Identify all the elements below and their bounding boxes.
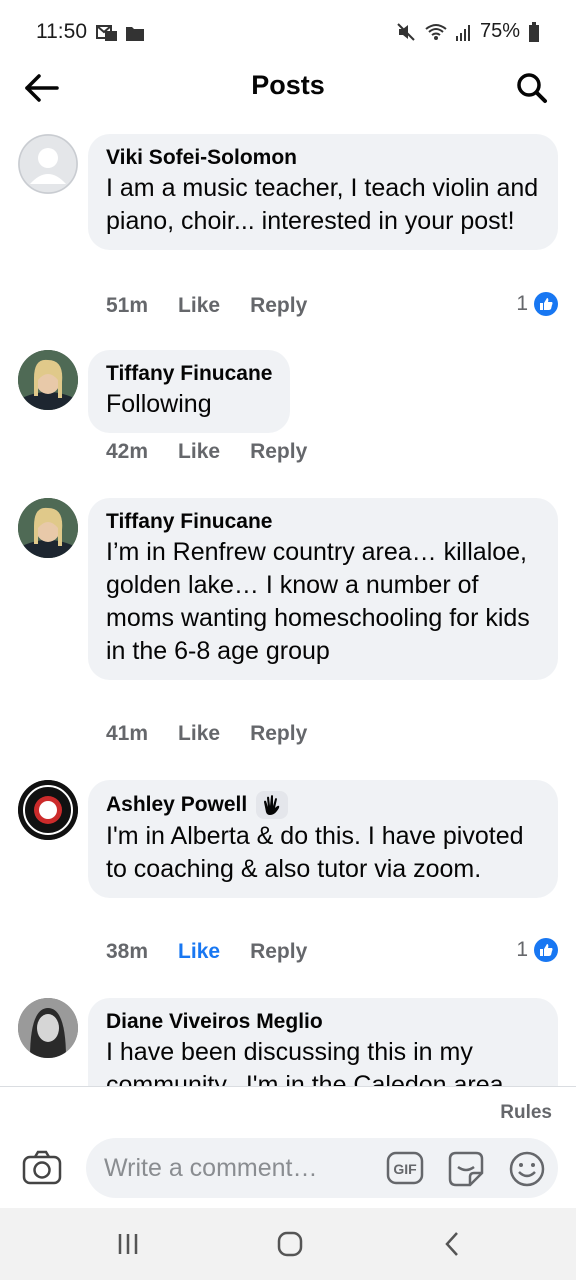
status-system-icons: 75% <box>396 20 540 43</box>
wave-icon <box>256 791 289 819</box>
comment-text: Following <box>106 390 212 418</box>
comment-actions: 38m Like Reply <box>106 940 307 964</box>
comment-bubble[interactable]: Viki Sofei-Solomon I am a music teacher,… <box>88 134 558 250</box>
like-button[interactable]: Like <box>178 440 220 464</box>
thumbs-up-icon <box>534 938 558 962</box>
comment-bubble[interactable]: Diane Viveiros Meglio I have been discus… <box>88 998 558 1086</box>
comment-author[interactable]: Ashley Powell <box>106 791 247 819</box>
comment-composer: GIF <box>86 1138 558 1198</box>
avatar[interactable] <box>18 134 78 194</box>
comment-author[interactable]: Diane Viveiros Meglio <box>106 1008 540 1036</box>
home-button[interactable] <box>270 1228 310 1260</box>
page-title: Posts <box>251 70 325 100</box>
home-icon <box>277 1231 303 1257</box>
recent-apps-button[interactable] <box>108 1228 148 1260</box>
thumbs-up-icon <box>534 292 558 316</box>
comment-text: I have been discussing this in my commun… <box>106 1038 504 1086</box>
comment-actions: 41m Like Reply <box>106 722 307 746</box>
rules-link[interactable]: Rules <box>500 1102 552 1124</box>
composer-divider <box>0 1086 576 1087</box>
status-time: 11:50 <box>36 20 87 43</box>
comment-time[interactable]: 51m <box>106 294 148 318</box>
sticker-icon <box>448 1151 484 1187</box>
avatar[interactable] <box>18 998 78 1058</box>
battery-percent: 75% <box>479 20 520 42</box>
reaction-count[interactable]: 1 <box>516 292 558 316</box>
system-nav-bar <box>0 1208 576 1280</box>
comment-author[interactable]: Tiffany Finucane <box>106 360 272 388</box>
profile-photo-icon <box>18 998 78 1058</box>
profile-photo-icon <box>18 498 78 558</box>
battery-icon <box>529 21 539 42</box>
camera-icon <box>22 1150 62 1185</box>
reply-button[interactable]: Reply <box>250 440 307 464</box>
comment-text: I am a music teacher, I teach violin and… <box>106 174 539 235</box>
comment-time[interactable]: 41m <box>106 722 148 746</box>
gif-button[interactable]: GIF <box>386 1151 424 1185</box>
reply-button[interactable]: Reply <box>250 294 307 318</box>
avatar[interactable] <box>18 350 78 410</box>
like-button[interactable]: Like <box>178 294 220 318</box>
reply-button[interactable]: Reply <box>250 940 307 964</box>
system-back-button[interactable] <box>432 1228 472 1260</box>
reply-button[interactable]: Reply <box>250 722 307 746</box>
default-avatar-icon <box>18 134 78 194</box>
badge-photo-icon <box>18 780 78 840</box>
comment-actions: 51m Like Reply <box>106 294 307 318</box>
search-icon <box>517 73 547 103</box>
status-notification-icons <box>96 24 144 42</box>
profile-photo-icon <box>18 350 78 410</box>
email-notification-icon <box>96 25 117 41</box>
comment-time[interactable]: 38m <box>106 940 148 964</box>
reaction-count-label: 1 <box>516 938 528 961</box>
reaction-count[interactable]: 1 <box>516 938 558 962</box>
recent-apps-icon <box>118 1234 138 1254</box>
comment-author[interactable]: Viki Sofei-Solomon <box>106 144 540 172</box>
svg-text:GIF: GIF <box>393 1161 417 1177</box>
comment-time[interactable]: 42m <box>106 440 148 464</box>
like-button[interactable]: Like <box>178 940 220 964</box>
reaction-count-label: 1 <box>516 292 528 315</box>
emoji-icon <box>509 1151 545 1187</box>
signal-icon <box>455 24 470 41</box>
comment-text: I'm in Alberta & do this. I have pivoted… <box>106 822 524 883</box>
chevron-left-icon <box>445 1232 458 1256</box>
search-button[interactable] <box>512 68 552 108</box>
comment-text: I’m in Renfrew country area… killaloe, g… <box>106 538 530 665</box>
emoji-button[interactable] <box>508 1150 546 1188</box>
comment-actions: 42m Like Reply <box>106 440 307 464</box>
comment-bubble[interactable]: Ashley Powell I'm in Alberta & do this. … <box>88 780 558 898</box>
comment-author-row: Ashley Powell <box>106 790 540 820</box>
comment-bubble[interactable]: Tiffany Finucane I’m in Renfrew country … <box>88 498 558 680</box>
status-bar: 11:50 75% <box>0 0 576 60</box>
comment-bubble[interactable]: Tiffany Finucane Following <box>88 350 291 433</box>
top-app-bar: Posts <box>0 60 576 120</box>
folder-icon <box>126 27 144 41</box>
camera-button[interactable] <box>22 1150 62 1190</box>
comment-input[interactable] <box>104 1152 374 1184</box>
comment-author[interactable]: Tiffany Finucane <box>106 508 540 536</box>
sticker-button[interactable] <box>446 1149 486 1189</box>
gif-icon: GIF <box>386 1151 424 1185</box>
avatar[interactable] <box>18 780 78 840</box>
like-button[interactable]: Like <box>178 722 220 746</box>
mute-icon <box>397 22 415 41</box>
wifi-icon <box>425 23 447 40</box>
comment-list: Viki Sofei-Solomon I am a music teacher,… <box>0 130 576 1086</box>
avatar[interactable] <box>18 498 78 558</box>
